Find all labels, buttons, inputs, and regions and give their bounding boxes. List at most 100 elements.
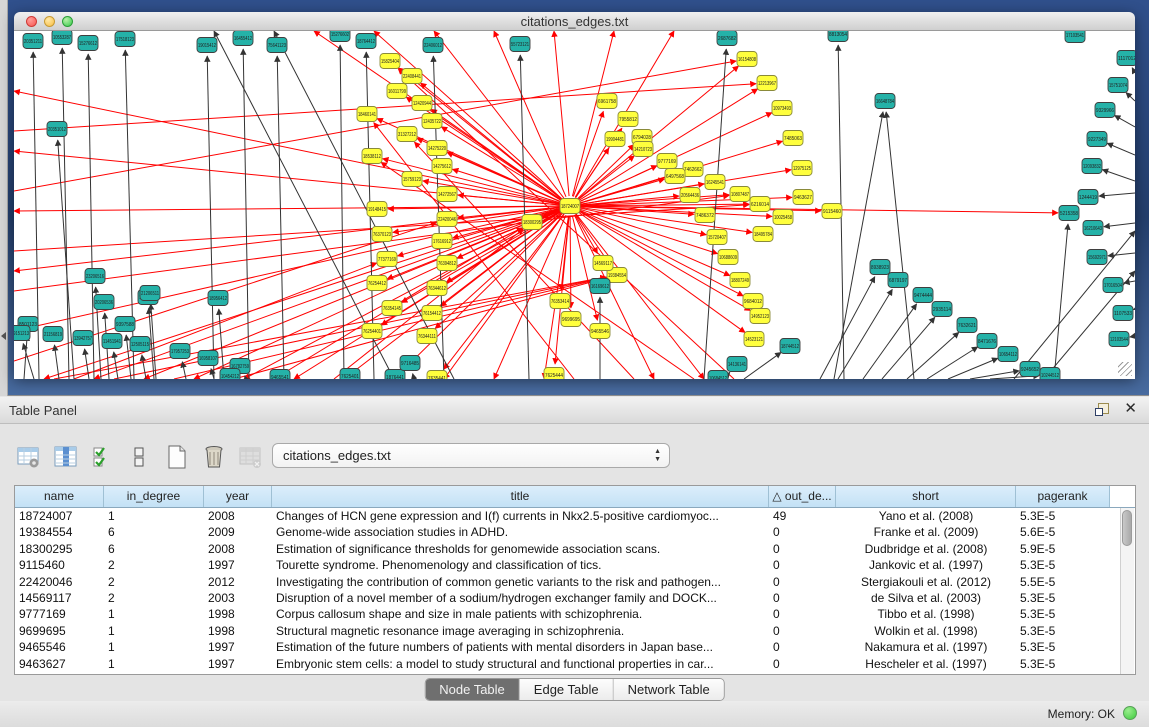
- graph-node[interactable]: 10973493: [772, 101, 792, 116]
- graph-node[interactable]: 8813054: [828, 31, 848, 42]
- citation-graph[interactable]: 1872400715825404224084411601179912420944…: [14, 31, 1135, 379]
- resize-handle[interactable]: [1118, 362, 1132, 376]
- graph-node[interactable]: 20351211: [23, 34, 43, 49]
- graph-edge[interactable]: [374, 123, 574, 379]
- graph-node[interactable]: 17016504: [1103, 278, 1123, 293]
- graph-node[interactable]: 14952123: [750, 309, 770, 324]
- graph-node[interactable]: 76344111: [417, 329, 437, 344]
- float-panel-icon[interactable]: [1095, 403, 1109, 416]
- graph-node[interactable]: 19904481: [605, 132, 625, 147]
- graph-node[interactable]: 75641123: [267, 38, 287, 53]
- graph-node[interactable]: 23206516: [85, 269, 105, 284]
- graph-node[interactable]: 10684512: [708, 371, 728, 380]
- graph-node[interactable]: 16648784: [875, 94, 895, 109]
- graph-node[interactable]: 6961758: [597, 94, 617, 109]
- tab-node-table[interactable]: Node Table: [425, 679, 520, 700]
- panel-mode-icon[interactable]: [125, 442, 155, 472]
- graph-node[interactable]: 17518123: [115, 32, 135, 47]
- graph-node[interactable]: 14210723: [633, 142, 653, 157]
- graph-node[interactable]: 12093832: [1082, 159, 1102, 174]
- graph-node[interactable]: 17957253: [170, 344, 190, 359]
- graph-node[interactable]: 9397588: [115, 317, 135, 332]
- graph-edge[interactable]: [54, 277, 606, 379]
- graph-node[interactable]: 16245541: [705, 175, 725, 190]
- graph-edge[interactable]: [1102, 170, 1135, 181]
- graph-node[interactable]: 14569117: [593, 256, 613, 271]
- graph-edge[interactable]: [14, 91, 560, 204]
- graph-node[interactable]: 76154412: [422, 306, 442, 321]
- column-select-icon[interactable]: [51, 442, 81, 472]
- graph-node[interactable]: 15276612: [78, 36, 98, 51]
- table-row[interactable]: 1456911722003Disruption of a novel membe…: [15, 590, 1135, 606]
- graph-edge[interactable]: [1107, 143, 1135, 155]
- graph-node[interactable]: 76353414: [550, 294, 570, 309]
- graph-edge[interactable]: [54, 345, 59, 379]
- graph-edge[interactable]: [114, 277, 606, 379]
- graph-node[interactable]: 9227349: [1087, 132, 1107, 147]
- graph-node[interactable]: 6879197: [888, 273, 908, 288]
- graph-node[interactable]: 7486372: [695, 208, 715, 223]
- graph-node[interactable]: 31327212: [397, 127, 417, 142]
- graph-node[interactable]: 7632621: [957, 318, 977, 333]
- graph-node[interactable]: 18460141: [357, 107, 377, 122]
- scrollbar-thumb[interactable]: [1122, 510, 1132, 546]
- graph-node[interactable]: 15720407: [707, 230, 727, 245]
- row-check-icon[interactable]: [88, 442, 118, 472]
- graph-edge[interactable]: [744, 352, 781, 379]
- graph-node[interactable]: 12103544: [1109, 332, 1129, 347]
- graph-node[interactable]: 14272567: [437, 187, 457, 202]
- column-header-title[interactable]: title: [272, 486, 769, 507]
- column-header-pagerank[interactable]: pagerank: [1016, 486, 1110, 507]
- graph-node[interactable]: 19148415: [367, 202, 387, 217]
- table-scrollbar[interactable]: [1120, 508, 1134, 674]
- column-header-name[interactable]: name: [15, 486, 104, 507]
- graph-edge[interactable]: [142, 355, 146, 379]
- graph-node[interactable]: 18744512: [780, 339, 800, 354]
- graph-node[interactable]: 12420944: [412, 96, 432, 111]
- graph-node[interactable]: 1876441: [385, 370, 405, 380]
- graph-node[interactable]: 76370123: [372, 227, 392, 242]
- graph-node[interactable]: 9245652: [1020, 362, 1040, 377]
- graph-node[interactable]: 20351012: [47, 122, 67, 137]
- graph-node[interactable]: 2935114: [932, 302, 952, 317]
- graph-edge[interactable]: [1133, 309, 1135, 310]
- graph-node[interactable]: 7625444: [544, 368, 564, 380]
- graph-edge[interactable]: [58, 140, 74, 379]
- close-panel-icon[interactable]: ✕: [1124, 401, 1137, 416]
- graph-edge[interactable]: [413, 374, 414, 379]
- graph-node[interactable]: 76254412: [367, 276, 387, 291]
- graph-edge[interactable]: [1132, 68, 1135, 73]
- graph-node[interactable]: 1107533: [1113, 306, 1133, 321]
- graph-node[interactable]: 16958107: [198, 351, 218, 366]
- graph-node[interactable]: 17616912: [432, 234, 452, 249]
- graph-node[interactable]: 39151213: [14, 326, 30, 341]
- graph-hub-node[interactable]: 18724007: [560, 199, 580, 214]
- graph-node[interactable]: 11451941: [102, 334, 122, 349]
- tab-edge-table[interactable]: Edge Table: [520, 679, 614, 700]
- graph-node[interactable]: 10553287: [52, 31, 72, 45]
- network-window[interactable]: citations_edges.txt 18724007158254042240…: [14, 12, 1135, 378]
- graph-node[interactable]: 9329966: [1095, 103, 1115, 118]
- graph-node[interactable]: 7485063: [783, 131, 803, 146]
- graph-node[interactable]: 6216014: [750, 197, 770, 212]
- graph-edge[interactable]: [574, 215, 654, 379]
- graph-node[interactable]: 2687682: [717, 31, 737, 46]
- column-header-in_degree[interactable]: in_degree: [104, 486, 204, 507]
- collapse-arrow-icon[interactable]: [1, 332, 6, 340]
- column-header-short[interactable]: short: [836, 486, 1016, 507]
- graph-edge[interactable]: [1014, 231, 1135, 379]
- graph-node[interactable]: 9465541: [270, 370, 290, 380]
- graph-node[interactable]: 9115460: [822, 204, 842, 219]
- graph-edge[interactable]: [1126, 93, 1135, 101]
- graph-node[interactable]: 76394812: [437, 256, 457, 271]
- graph-node[interactable]: 16169612: [590, 279, 610, 294]
- graph-edge[interactable]: [927, 347, 978, 379]
- table-row[interactable]: 946362711997Embryonic stem cells: a mode…: [15, 656, 1135, 672]
- table-row[interactable]: 1872400712008Changes of HCN gene express…: [15, 508, 1135, 524]
- graph-node[interactable]: 7462662: [683, 162, 703, 177]
- graph-edge[interactable]: [244, 211, 561, 379]
- graph-node[interactable]: 55723121: [510, 37, 530, 52]
- graph-node[interactable]: 15692971: [1087, 250, 1107, 265]
- graph-node[interactable]: 9684012: [743, 294, 763, 309]
- table-settings-icon[interactable]: [14, 442, 44, 472]
